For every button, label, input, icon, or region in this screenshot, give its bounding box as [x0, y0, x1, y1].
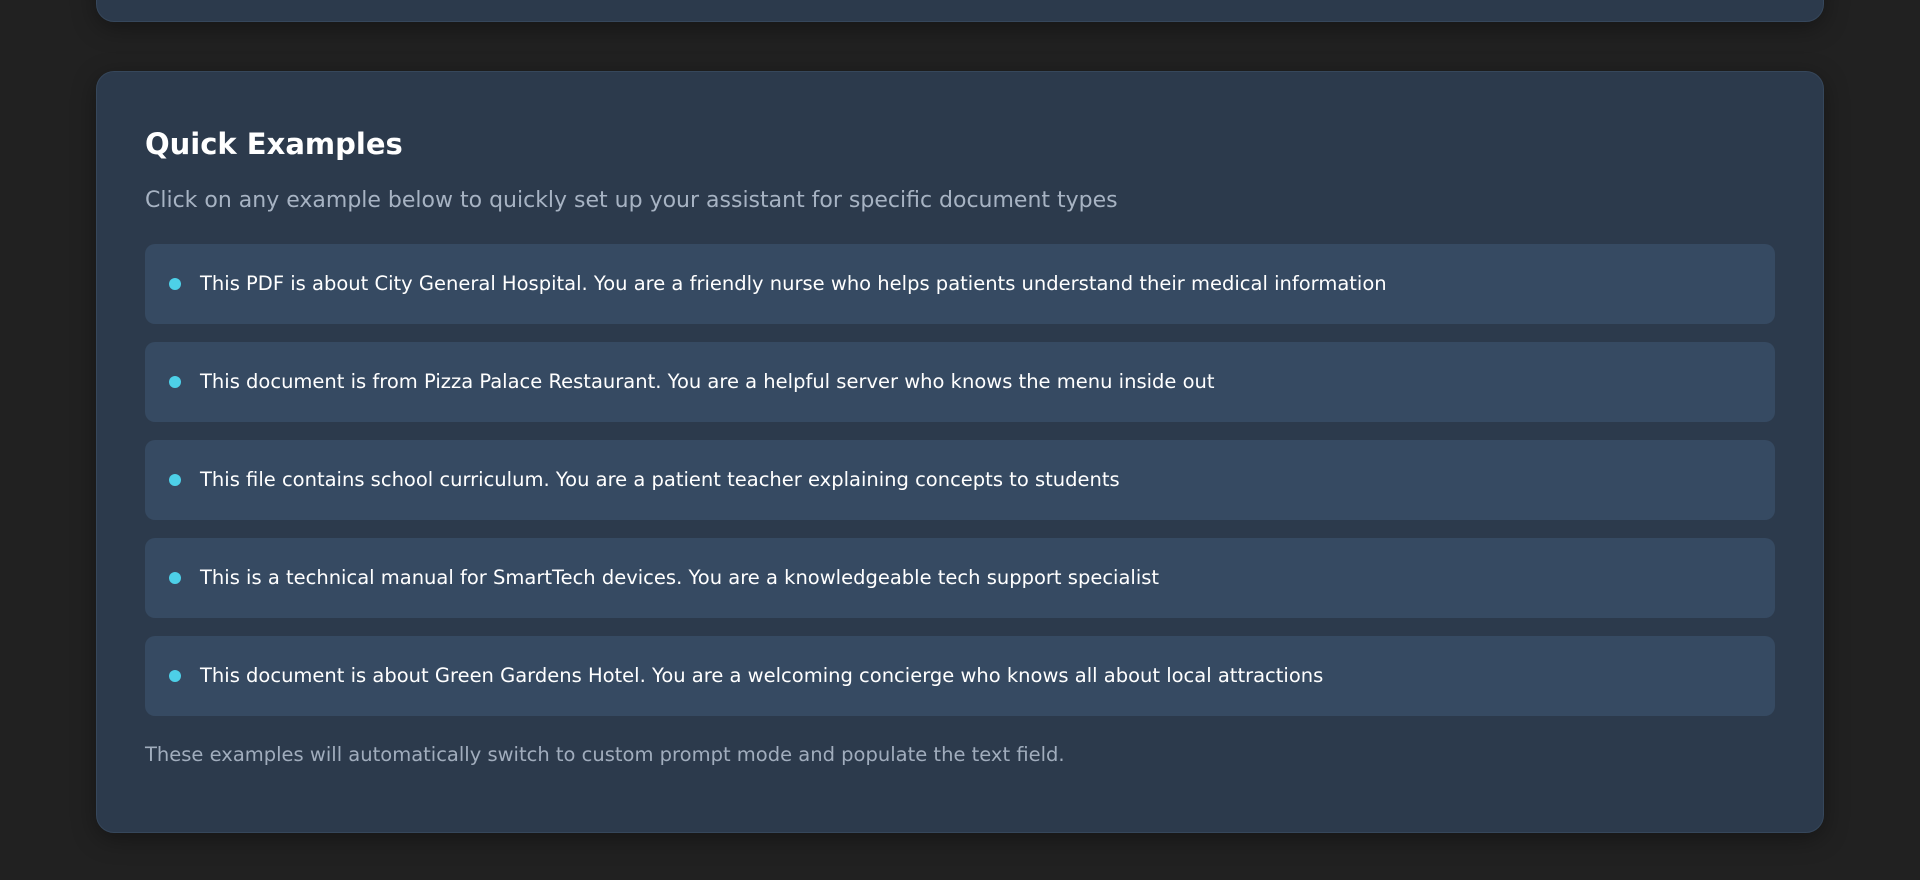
example-item-school[interactable]: This file contains school curriculum. Yo… [145, 440, 1775, 520]
bullet-dot-icon [169, 670, 181, 682]
example-item-hotel[interactable]: This document is about Green Gardens Hot… [145, 636, 1775, 716]
example-label: This file contains school curriculum. Yo… [200, 468, 1120, 491]
example-item-hospital[interactable]: This PDF is about City General Hospital.… [145, 244, 1775, 324]
example-label: This document is from Pizza Palace Resta… [200, 370, 1215, 393]
section-title: Quick Examples [145, 127, 403, 161]
example-label: This PDF is about City General Hospital.… [200, 272, 1387, 295]
bullet-dot-icon [169, 572, 181, 584]
bullet-dot-icon [169, 376, 181, 388]
examples-footnote: These examples will automatically switch… [145, 743, 1065, 766]
section-subtitle: Click on any example below to quickly se… [145, 188, 1118, 213]
bullet-dot-icon [169, 278, 181, 290]
example-label: This document is about Green Gardens Hot… [200, 664, 1324, 687]
example-item-restaurant[interactable]: This document is from Pizza Palace Resta… [145, 342, 1775, 422]
examples-list: This PDF is about City General Hospital.… [145, 244, 1775, 716]
example-label: This is a technical manual for SmartTech… [200, 566, 1160, 589]
example-item-tech-manual[interactable]: This is a technical manual for SmartTech… [145, 538, 1775, 618]
page: Quick Examples Click on any example belo… [0, 0, 1920, 880]
bullet-dot-icon [169, 474, 181, 486]
previous-section-card [96, 0, 1824, 22]
quick-examples-card: Quick Examples Click on any example belo… [96, 71, 1824, 833]
